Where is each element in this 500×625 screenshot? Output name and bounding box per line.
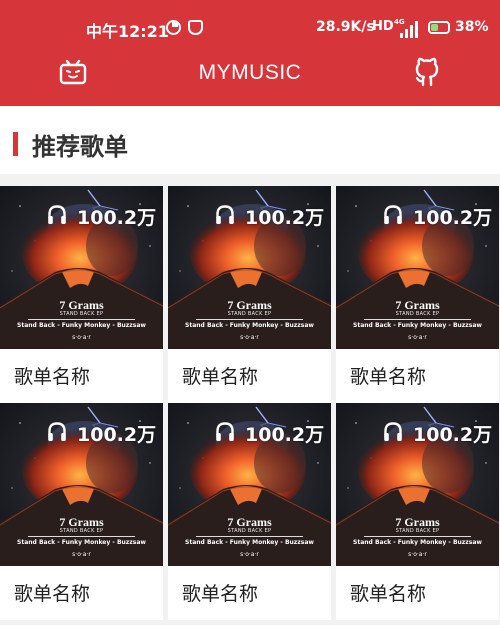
play-count: 100.2万 <box>336 420 499 448</box>
cover-track-list: Stand Back - Funky Monkey - Buzzsaw <box>17 539 146 546</box>
cover-track-list: Stand Back - Funky Monkey - Buzzsaw <box>353 539 482 546</box>
cover-album-subtitle: STAND BACK EP <box>227 528 272 534</box>
play-count-text: 100.2万 <box>77 207 157 229</box>
play-count: 100.2万 <box>0 203 163 231</box>
playlist-name[interactable]: 歌单名称 <box>14 579 90 606</box>
playlist-cover[interactable]: 100.2万 7 Grams STAND BACK EP Stand Back … <box>168 403 331 566</box>
playlist-name[interactable]: 歌单名称 <box>182 362 258 389</box>
play-count-text: 100.2万 <box>245 207 325 229</box>
headphone-icon <box>215 421 235 443</box>
status-battery: 38% <box>455 19 489 35</box>
cover-track-list: Stand Back - Funky Monkey - Buzzsaw <box>185 539 314 546</box>
playlist-card[interactable]: 100.2万 7 Grams STAND BACK EP Stand Back … <box>336 186 499 403</box>
play-count: 100.2万 <box>0 420 163 448</box>
status-network: 4G <box>394 18 405 26</box>
playlist-card[interactable]: 100.2万 7 Grams STAND BACK EP Stand Back … <box>168 403 331 620</box>
cover-album-subtitle: STAND BACK EP <box>395 528 440 534</box>
play-count-text: 100.2万 <box>245 424 325 446</box>
play-count: 100.2万 <box>168 420 331 448</box>
headphone-icon <box>383 204 403 226</box>
playlist-cover[interactable]: 100.2万 7 Grams STAND BACK EP Stand Back … <box>0 403 163 566</box>
battery-icon <box>428 21 450 34</box>
cover-track-list: Stand Back - Funky Monkey - Buzzsaw <box>185 322 314 329</box>
cover-track-list: Stand Back - Funky Monkey - Buzzsaw <box>17 322 146 329</box>
playlist-card[interactable]: 100.2万 7 Grams STAND BACK EP Stand Back … <box>0 403 163 620</box>
status-time: 中午12:21 <box>86 22 169 41</box>
cover-track-list: Stand Back - Funky Monkey - Buzzsaw <box>353 322 482 329</box>
cover-album-subtitle: STAND BACK EP <box>59 528 104 534</box>
status-hd: HD <box>372 19 394 34</box>
status-notification-icon <box>188 20 203 35</box>
cover-divider <box>196 319 303 320</box>
playlist-name[interactable]: 歌单名称 <box>350 362 426 389</box>
github-icon[interactable] <box>412 56 442 88</box>
status-app-icon <box>166 20 181 35</box>
playlist-card[interactable]: 100.2万 7 Grams STAND BACK EP Stand Back … <box>336 403 499 620</box>
play-count-text: 100.2万 <box>413 424 493 446</box>
cover-label-logo: s·o·a·r <box>72 334 91 341</box>
playlist-cover[interactable]: 100.2万 7 Grams STAND BACK EP Stand Back … <box>168 186 331 349</box>
play-count-text: 100.2万 <box>77 424 157 446</box>
cover-label-logo: s·o·a·r <box>408 551 427 558</box>
headphone-icon <box>47 421 67 443</box>
play-count-text: 100.2万 <box>413 207 493 229</box>
headphone-icon <box>47 204 67 226</box>
cover-album-subtitle: STAND BACK EP <box>59 311 104 317</box>
status-bar: 中午12:21 28.9K/s HD 4G 38% <box>0 0 500 58</box>
playlist-name[interactable]: 歌单名称 <box>14 362 90 389</box>
cover-label-logo: s·o·a·r <box>72 551 91 558</box>
cover-album-subtitle: STAND BACK EP <box>395 311 440 317</box>
playlist-card[interactable]: 100.2万 7 Grams STAND BACK EP Stand Back … <box>0 186 163 403</box>
headphone-icon <box>383 421 403 443</box>
cover-label-logo: s·o·a·r <box>240 551 259 558</box>
playlist-cover[interactable]: 100.2万 7 Grams STAND BACK EP Stand Back … <box>336 186 499 349</box>
cover-label-logo: s·o·a·r <box>408 334 427 341</box>
cover-label-logo: s·o·a·r <box>240 334 259 341</box>
playlist-card[interactable]: 100.2万 7 Grams STAND BACK EP Stand Back … <box>168 186 331 403</box>
playlist-name[interactable]: 歌单名称 <box>182 579 258 606</box>
cover-divider <box>28 536 135 537</box>
play-count: 100.2万 <box>336 203 499 231</box>
cover-divider <box>28 319 135 320</box>
cover-divider <box>364 536 471 537</box>
signal-icon: 4G <box>394 18 418 38</box>
play-count: 100.2万 <box>168 203 331 231</box>
playlist-cover[interactable]: 100.2万 7 Grams STAND BACK EP Stand Back … <box>0 186 163 349</box>
section-accent-bar <box>13 132 18 156</box>
app-header: 中午12:21 28.9K/s HD 4G 38% MYMUSIC <box>0 0 500 106</box>
cover-divider <box>364 319 471 320</box>
section-header: 推荐歌单 <box>0 106 500 174</box>
status-net-speed: 28.9K/s <box>316 19 375 35</box>
playlist-name[interactable]: 歌单名称 <box>350 579 426 606</box>
section-title: 推荐歌单 <box>32 133 128 161</box>
cover-divider <box>196 536 303 537</box>
playlist-cover[interactable]: 100.2万 7 Grams STAND BACK EP Stand Back … <box>336 403 499 566</box>
headphone-icon <box>215 204 235 226</box>
cover-album-subtitle: STAND BACK EP <box>227 311 272 317</box>
